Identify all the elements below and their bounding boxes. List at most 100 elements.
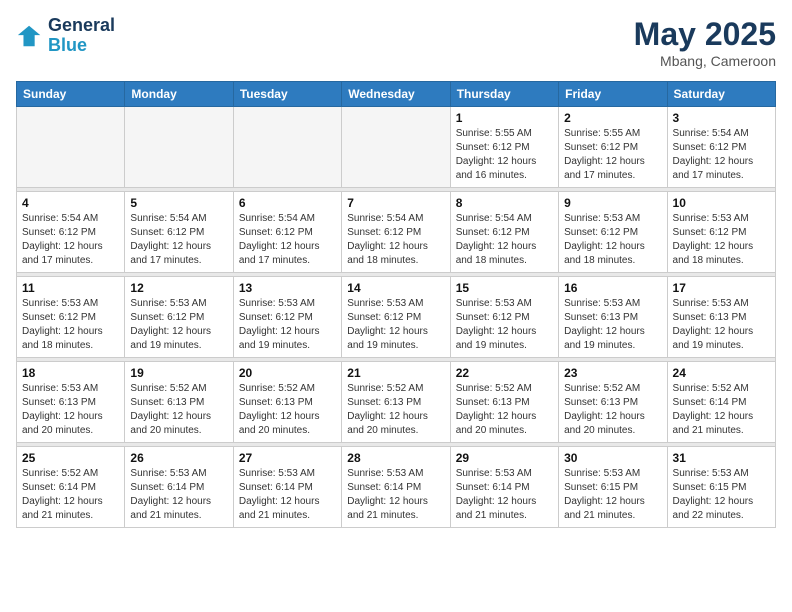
day-number: 25	[22, 451, 119, 465]
day-number: 23	[564, 366, 661, 380]
day-number: 7	[347, 196, 444, 210]
day-number: 14	[347, 281, 444, 295]
calendar-cell: 3Sunrise: 5:54 AMSunset: 6:12 PMDaylight…	[667, 107, 775, 188]
calendar-cell: 29 Sunrise: 5:53 AMSunset: 6:14 PMDayligh…	[450, 447, 558, 528]
weekday-header-sunday: Sunday	[17, 82, 125, 107]
calendar-cell: 6 Sunrise: 5:54 AMSunset: 6:12 PMDaylight…	[233, 192, 341, 273]
calendar-cell: 28 Sunrise: 5:53 AMSunset: 6:14 PMDayligh…	[342, 447, 450, 528]
calendar-cell: 4 Sunrise: 5:54 AMSunset: 6:12 PMDaylight…	[17, 192, 125, 273]
day-info: Sunrise: 5:53 AMSunset: 6:12 PMDaylight:…	[673, 212, 770, 268]
day-info: Sunrise: 5:53 AMSunset: 6:14 PMDaylight:…	[456, 467, 553, 523]
day-number: 26	[130, 451, 227, 465]
day-number: 17	[673, 281, 770, 295]
day-info: Sunrise: 5:54 AMSunset: 6:12 PMDaylight:…	[22, 212, 119, 268]
weekday-header-tuesday: Tuesday	[233, 82, 341, 107]
calendar-cell: 19Sunrise: 5:52 AMSunset: 6:13 PMDayligh…	[125, 362, 233, 443]
calendar-cell: 14 Sunrise: 5:53 AMSunset: 6:12 PMDayligh…	[342, 277, 450, 358]
day-info: Sunrise: 5:52 AMSunset: 6:13 PMDaylight:…	[564, 382, 661, 438]
weekday-header-monday: Monday	[125, 82, 233, 107]
page-header: General Blue May 2025 Mbang, Cameroon	[16, 16, 776, 69]
day-info: Sunrise: 5:53 AMSunset: 6:14 PMDaylight:…	[347, 467, 444, 523]
day-number: 24	[673, 366, 770, 380]
calendar-week-row: 1Sunrise: 5:55 AMSunset: 6:12 PMDaylight…	[17, 107, 776, 188]
day-number: 22	[456, 366, 553, 380]
weekday-header-saturday: Saturday	[667, 82, 775, 107]
title-block: May 2025 Mbang, Cameroon	[634, 16, 776, 69]
day-number: 21	[347, 366, 444, 380]
calendar-cell	[233, 107, 341, 188]
calendar-cell: 18 Sunrise: 5:53 AMSunset: 6:13 PMDayligh…	[17, 362, 125, 443]
calendar-table: SundayMondayTuesdayWednesdayThursdayFrid…	[16, 81, 776, 528]
calendar-cell: 11 Sunrise: 5:53 AMSunset: 6:12 PMDayligh…	[17, 277, 125, 358]
day-info: Sunrise: 5:53 AMSunset: 6:12 PMDaylight:…	[239, 297, 336, 353]
logo-text: General Blue	[48, 16, 115, 56]
day-number: 11	[22, 281, 119, 295]
day-number: 9	[564, 196, 661, 210]
day-info: Sunrise: 5:53 AMSunset: 6:15 PMDaylight:…	[673, 467, 770, 523]
day-info: Sunrise: 5:54 AMSunset: 6:12 PMDaylight:…	[456, 212, 553, 268]
calendar-cell: 26Sunrise: 5:53 AMSunset: 6:14 PMDayligh…	[125, 447, 233, 528]
day-info: Sunrise: 5:53 AMSunset: 6:12 PMDaylight:…	[347, 297, 444, 353]
calendar-cell: 12 Sunrise: 5:53 AMSunset: 6:12 PMDayligh…	[125, 277, 233, 358]
day-number: 1	[456, 111, 553, 125]
calendar-cell: 22 Sunrise: 5:52 AMSunset: 6:13 PMDayligh…	[450, 362, 558, 443]
day-info: Sunrise: 5:54 AMSunset: 6:12 PMDaylight:…	[673, 127, 770, 183]
calendar-week-row: 18 Sunrise: 5:53 AMSunset: 6:13 PMDayligh…	[17, 362, 776, 443]
calendar-week-row: 4 Sunrise: 5:54 AMSunset: 6:12 PMDaylight…	[17, 192, 776, 273]
day-info: Sunrise: 5:52 AMSunset: 6:14 PMDaylight:…	[22, 467, 119, 523]
day-number: 18	[22, 366, 119, 380]
calendar-cell	[125, 107, 233, 188]
location-subtitle: Mbang, Cameroon	[634, 53, 776, 69]
day-info: Sunrise: 5:54 AMSunset: 6:12 PMDaylight:…	[239, 212, 336, 268]
day-number: 27	[239, 451, 336, 465]
weekday-header-friday: Friday	[559, 82, 667, 107]
calendar-cell: 15 Sunrise: 5:53 AMSunset: 6:12 PMDayligh…	[450, 277, 558, 358]
day-number: 30	[564, 451, 661, 465]
day-info: Sunrise: 5:53 AMSunset: 6:15 PMDaylight:…	[564, 467, 661, 523]
calendar-cell: 17Sunrise: 5:53 AMSunset: 6:13 PMDayligh…	[667, 277, 775, 358]
month-year-title: May 2025	[634, 16, 776, 53]
day-number: 4	[22, 196, 119, 210]
day-info: Sunrise: 5:52 AMSunset: 6:13 PMDaylight:…	[456, 382, 553, 438]
calendar-cell	[17, 107, 125, 188]
calendar-cell: 1Sunrise: 5:55 AMSunset: 6:12 PMDaylight…	[450, 107, 558, 188]
day-info: Sunrise: 5:53 AMSunset: 6:12 PMDaylight:…	[456, 297, 553, 353]
day-info: Sunrise: 5:53 AMSunset: 6:12 PMDaylight:…	[22, 297, 119, 353]
day-info: Sunrise: 5:54 AMSunset: 6:12 PMDaylight:…	[347, 212, 444, 268]
logo: General Blue	[16, 16, 115, 56]
day-info: Sunrise: 5:53 AMSunset: 6:12 PMDaylight:…	[564, 212, 661, 268]
day-number: 12	[130, 281, 227, 295]
day-number: 15	[456, 281, 553, 295]
calendar-cell: 31Sunrise: 5:53 AMSunset: 6:15 PMDayligh…	[667, 447, 775, 528]
day-info: Sunrise: 5:53 AMSunset: 6:13 PMDaylight:…	[22, 382, 119, 438]
calendar-cell: 8 Sunrise: 5:54 AMSunset: 6:12 PMDaylight…	[450, 192, 558, 273]
calendar-cell	[342, 107, 450, 188]
day-info: Sunrise: 5:53 AMSunset: 6:12 PMDaylight:…	[130, 297, 227, 353]
day-number: 28	[347, 451, 444, 465]
day-number: 16	[564, 281, 661, 295]
day-info: Sunrise: 5:54 AMSunset: 6:12 PMDaylight:…	[130, 212, 227, 268]
day-number: 19	[130, 366, 227, 380]
calendar-cell: 2Sunrise: 5:55 AMSunset: 6:12 PMDaylight…	[559, 107, 667, 188]
calendar-cell: 5 Sunrise: 5:54 AMSunset: 6:12 PMDaylight…	[125, 192, 233, 273]
calendar-cell: 25 Sunrise: 5:52 AMSunset: 6:14 PMDayligh…	[17, 447, 125, 528]
day-number: 13	[239, 281, 336, 295]
weekday-header-thursday: Thursday	[450, 82, 558, 107]
day-number: 2	[564, 111, 661, 125]
day-number: 29	[456, 451, 553, 465]
day-info: Sunrise: 5:52 AMSunset: 6:14 PMDaylight:…	[673, 382, 770, 438]
day-number: 8	[456, 196, 553, 210]
calendar-week-row: 11 Sunrise: 5:53 AMSunset: 6:12 PMDayligh…	[17, 277, 776, 358]
day-info: Sunrise: 5:53 AMSunset: 6:14 PMDaylight:…	[239, 467, 336, 523]
day-info: Sunrise: 5:52 AMSunset: 6:13 PMDaylight:…	[239, 382, 336, 438]
calendar-week-row: 25 Sunrise: 5:52 AMSunset: 6:14 PMDayligh…	[17, 447, 776, 528]
day-info: Sunrise: 5:53 AMSunset: 6:13 PMDaylight:…	[564, 297, 661, 353]
calendar-header-row: SundayMondayTuesdayWednesdayThursdayFrid…	[17, 82, 776, 107]
calendar-cell: 23 Sunrise: 5:52 AMSunset: 6:13 PMDayligh…	[559, 362, 667, 443]
calendar-cell: 21Sunrise: 5:52 AMSunset: 6:13 PMDayligh…	[342, 362, 450, 443]
day-number: 6	[239, 196, 336, 210]
day-number: 20	[239, 366, 336, 380]
calendar-cell: 16 Sunrise: 5:53 AMSunset: 6:13 PMDayligh…	[559, 277, 667, 358]
calendar-cell: 7 Sunrise: 5:54 AMSunset: 6:12 PMDaylight…	[342, 192, 450, 273]
day-number: 5	[130, 196, 227, 210]
